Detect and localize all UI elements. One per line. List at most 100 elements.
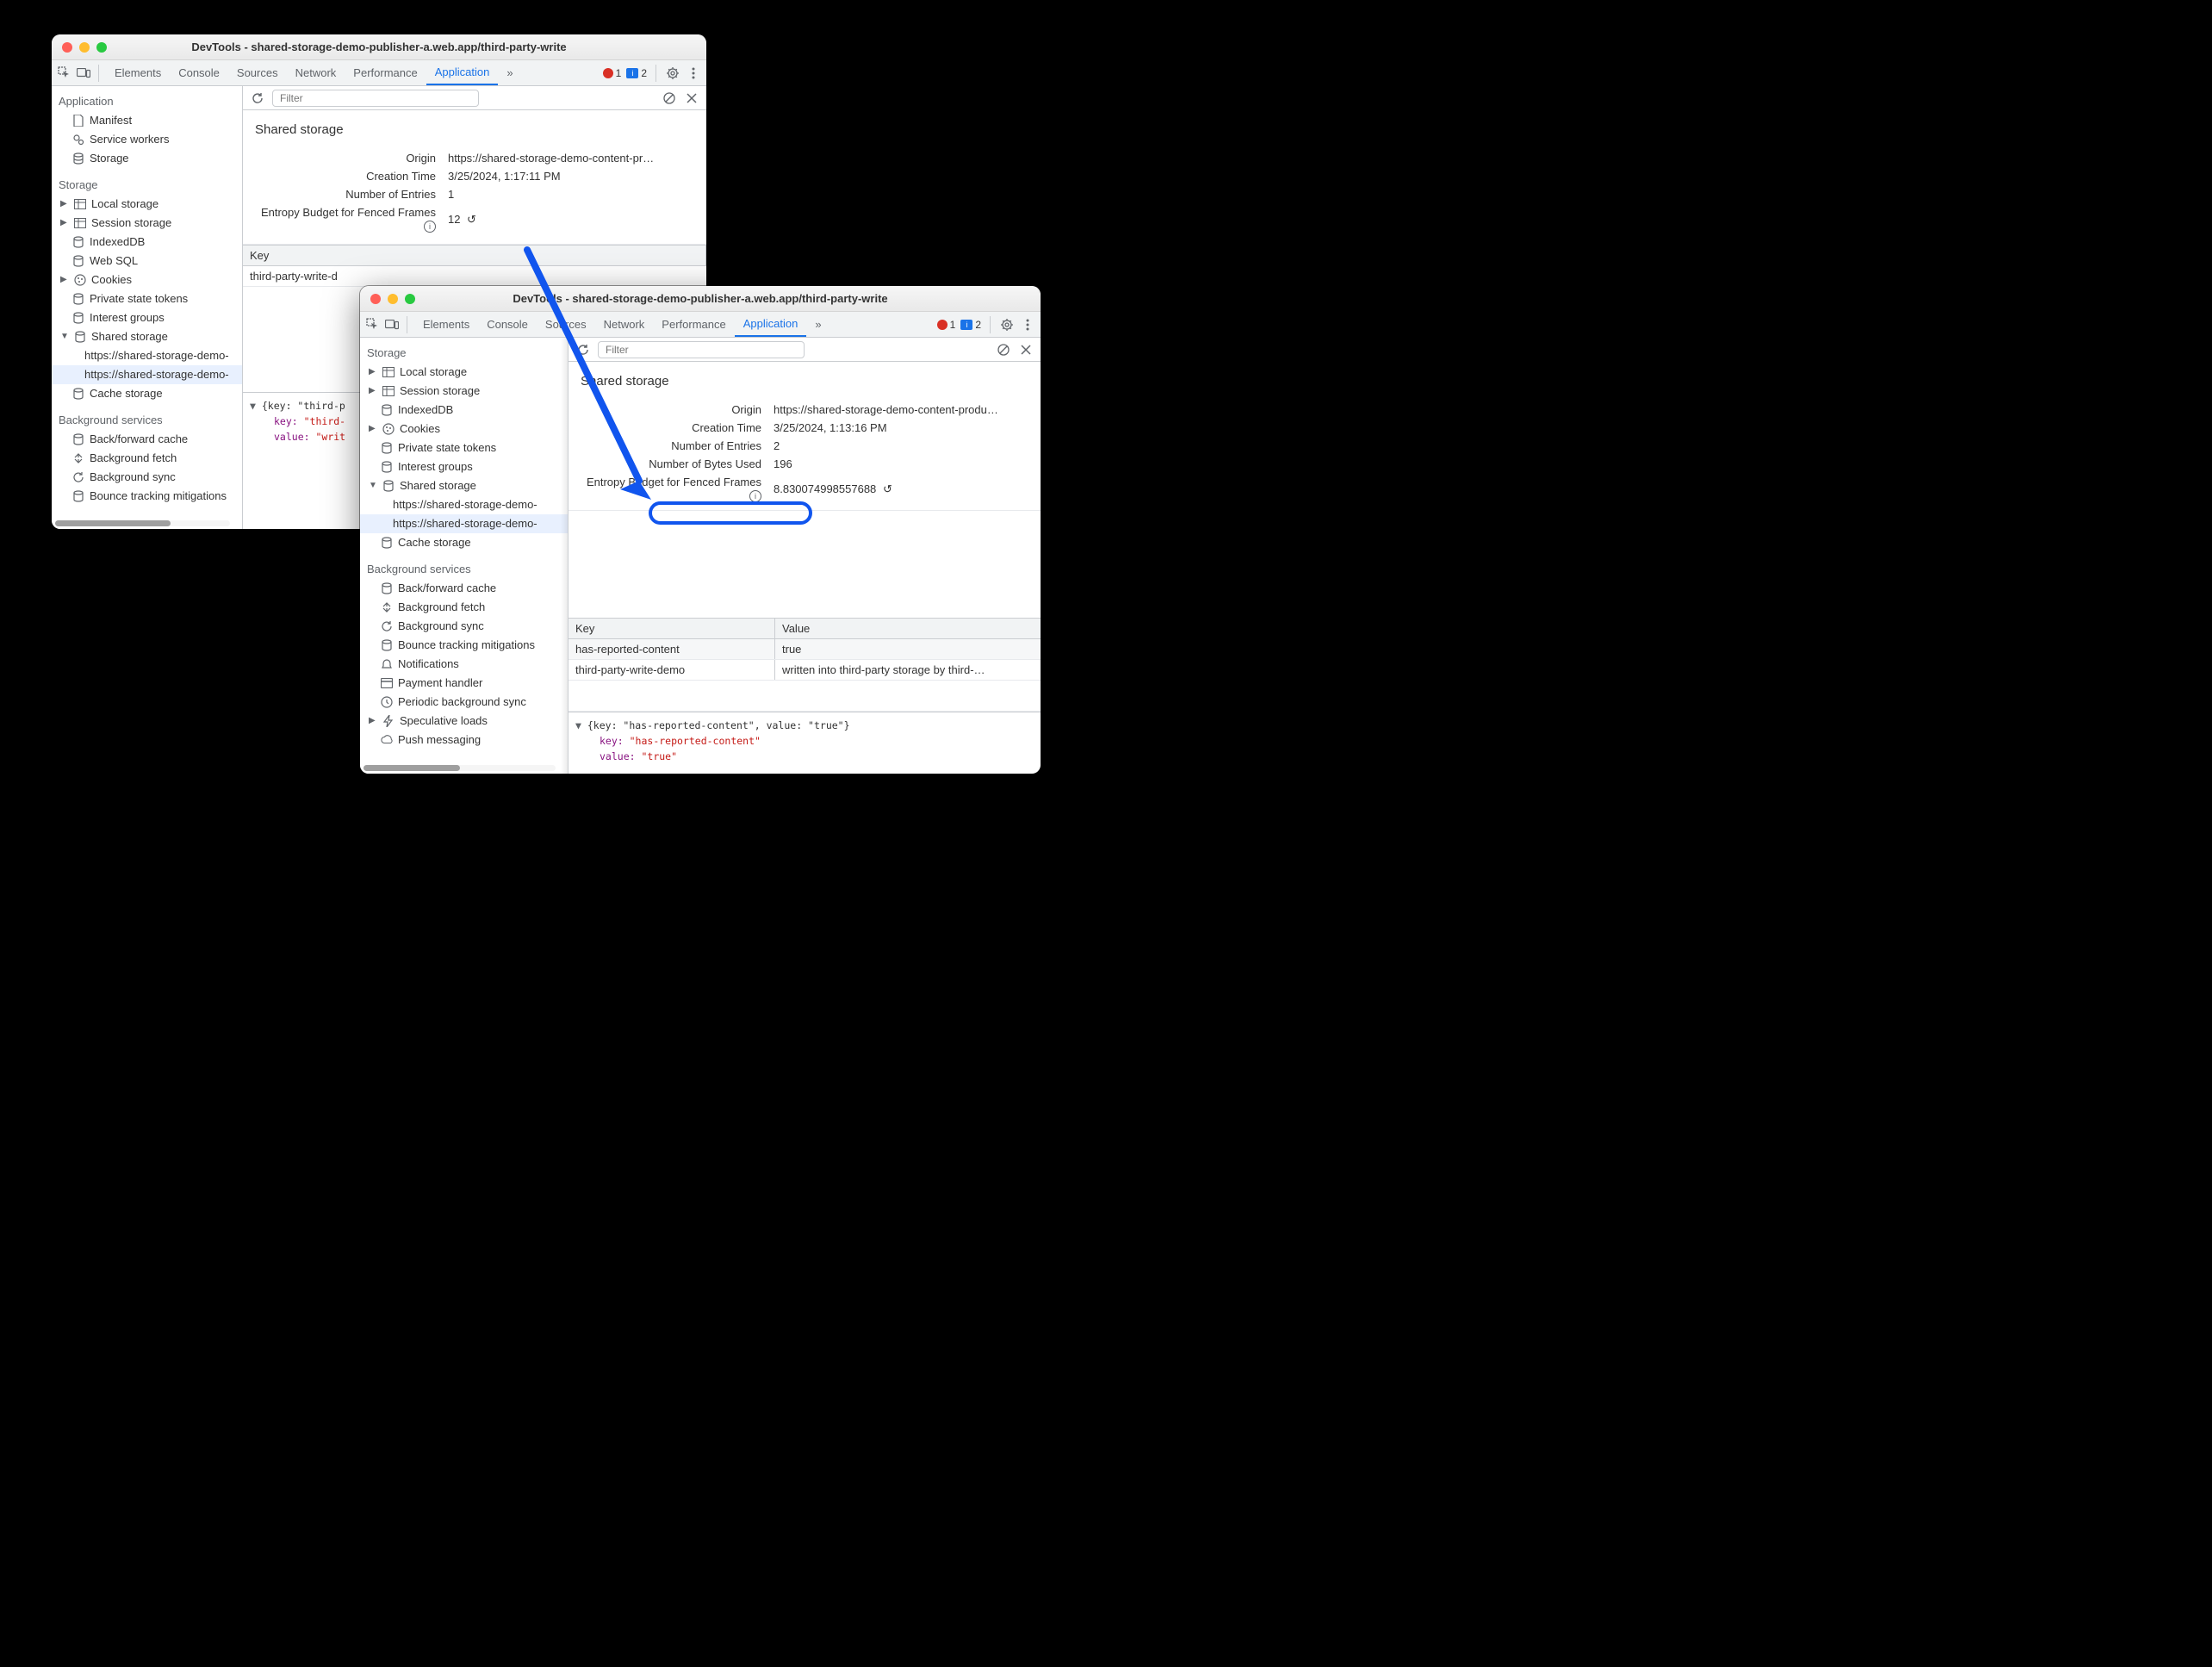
tab-sources[interactable]: Sources	[537, 312, 595, 337]
col-key[interactable]: Key	[243, 246, 706, 265]
horizontal-scrollbar[interactable]	[55, 520, 230, 526]
sidebar-item-local-storage[interactable]: ▶Local storage	[360, 363, 568, 382]
sidebar-item-service-workers[interactable]: Service workers	[52, 130, 242, 149]
tab-network[interactable]: Network	[287, 60, 345, 85]
close-icon[interactable]	[62, 42, 72, 53]
sidebar-item-local-storage[interactable]: ▶Local storage	[52, 195, 242, 214]
tab-network[interactable]: Network	[595, 312, 654, 337]
table-row[interactable]: third-party-write-demo written into thir…	[569, 660, 1041, 681]
sidebar-item-indexeddb[interactable]: IndexedDB	[360, 401, 568, 420]
sidebar-shared-origin-0[interactable]: https://shared-storage-demo-	[52, 346, 242, 365]
info-icon[interactable]: i	[424, 221, 436, 233]
maximize-icon[interactable]	[405, 294, 415, 304]
inspect-icon[interactable]	[365, 317, 381, 333]
sidebar-item-interest-groups[interactable]: Interest groups	[52, 308, 242, 327]
expand-icon[interactable]: ▼	[575, 719, 581, 731]
horizontal-scrollbar[interactable]	[363, 765, 556, 771]
sidebar-item-session-storage[interactable]: ▶Session storage	[360, 382, 568, 401]
sidebar-item-storage[interactable]: Storage	[52, 149, 242, 168]
close-icon[interactable]	[684, 90, 699, 106]
sidebar-item-private-state-tokens[interactable]: Private state tokens	[360, 439, 568, 457]
sidebar-item-bg-sync[interactable]: Background sync	[360, 617, 568, 636]
info-count[interactable]: i2	[626, 67, 647, 79]
expand-icon[interactable]: ▶	[369, 364, 377, 380]
tab-console[interactable]: Console	[170, 60, 228, 85]
expand-icon[interactable]: ▶	[60, 196, 69, 212]
sidebar-item-speculative-loads[interactable]: ▶Speculative loads	[360, 712, 568, 731]
maximize-icon[interactable]	[96, 42, 107, 53]
expand-icon[interactable]: ▶	[369, 421, 377, 437]
col-key[interactable]: Key	[569, 619, 775, 638]
sidebar-item-interest-groups[interactable]: Interest groups	[360, 457, 568, 476]
sidebar-shared-origin-0[interactable]: https://shared-storage-demo-	[360, 495, 568, 514]
clear-icon[interactable]	[662, 90, 677, 106]
settings-icon[interactable]	[999, 317, 1015, 333]
table-row[interactable]: third-party-write-d	[243, 266, 706, 287]
tab-elements[interactable]: Elements	[106, 60, 170, 85]
tab-application[interactable]: Application	[426, 60, 499, 85]
tab-sources[interactable]: Sources	[228, 60, 287, 85]
clear-icon[interactable]	[996, 342, 1011, 358]
device-icon[interactable]	[384, 317, 400, 333]
sidebar-item-bounce-tracking[interactable]: Bounce tracking mitigations	[52, 487, 242, 506]
inspect-icon[interactable]	[57, 65, 72, 81]
sidebar-item-cache-storage[interactable]: Cache storage	[360, 533, 568, 552]
minimize-icon[interactable]	[388, 294, 398, 304]
error-count[interactable]: 1	[937, 319, 956, 331]
table-row[interactable]: has-reported-content true	[569, 639, 1041, 660]
expand-icon[interactable]: ▶	[369, 383, 377, 399]
kebab-icon[interactable]	[1020, 317, 1035, 333]
sidebar-item-manifest[interactable]: Manifest	[52, 111, 242, 130]
reset-icon[interactable]: ↻	[467, 213, 476, 227]
expand-icon[interactable]: ▶	[60, 215, 69, 231]
sidebar-item-bg-fetch[interactable]: Background fetch	[52, 449, 242, 468]
tab-performance[interactable]: Performance	[653, 312, 734, 337]
info-count[interactable]: i2	[960, 319, 981, 331]
tab-elements[interactable]: Elements	[414, 312, 478, 337]
sidebar-item-cache-storage[interactable]: Cache storage	[52, 384, 242, 403]
sidebar-item-shared-storage[interactable]: ▼Shared storage	[360, 476, 568, 495]
sidebar-item-notifications[interactable]: Notifications	[360, 655, 568, 674]
kebab-icon[interactable]	[686, 65, 701, 81]
collapse-icon[interactable]: ▼	[60, 329, 69, 345]
expand-icon[interactable]: ▼	[250, 400, 256, 412]
sidebar-item-shared-storage[interactable]: ▼Shared storage	[52, 327, 242, 346]
expand-icon[interactable]: ▶	[369, 713, 377, 729]
sidebar-item-bg-sync[interactable]: Background sync	[52, 468, 242, 487]
sidebar-shared-origin-1[interactable]: https://shared-storage-demo-	[52, 365, 242, 384]
sidebar-shared-origin-1[interactable]: https://shared-storage-demo-	[360, 514, 568, 533]
sidebar-item-cookies[interactable]: ▶Cookies	[360, 420, 568, 439]
sidebar-item-bfcache[interactable]: Back/forward cache	[52, 430, 242, 449]
sidebar-item-session-storage[interactable]: ▶Session storage	[52, 214, 242, 233]
sidebar-item-websql[interactable]: Web SQL	[52, 252, 242, 271]
sidebar-item-push-messaging[interactable]: Push messaging	[360, 731, 568, 750]
tab-application[interactable]: Application	[735, 312, 807, 337]
sidebar-item-private-state-tokens[interactable]: Private state tokens	[52, 289, 242, 308]
info-icon[interactable]: i	[749, 490, 761, 502]
reset-icon[interactable]: ↻	[883, 482, 892, 496]
sidebar-item-bg-fetch[interactable]: Background fetch	[360, 598, 568, 617]
reload-icon[interactable]	[575, 342, 591, 358]
close-icon[interactable]	[1018, 342, 1034, 358]
sidebar-item-payment-handler[interactable]: Payment handler	[360, 674, 568, 693]
close-icon[interactable]	[370, 294, 381, 304]
tabs-overflow-icon[interactable]: »	[806, 312, 830, 337]
device-icon[interactable]	[76, 65, 91, 81]
minimize-icon[interactable]	[79, 42, 90, 53]
expand-icon[interactable]: ▶	[60, 272, 69, 288]
sidebar-item-bounce-tracking[interactable]: Bounce tracking mitigations	[360, 636, 568, 655]
settings-icon[interactable]	[665, 65, 680, 81]
filter-input[interactable]	[272, 90, 479, 107]
tab-console[interactable]: Console	[478, 312, 537, 337]
col-value[interactable]: Value	[775, 619, 1041, 638]
sidebar-item-periodic-sync[interactable]: Periodic background sync	[360, 693, 568, 712]
collapse-icon[interactable]: ▼	[369, 478, 377, 494]
error-count[interactable]: 1	[603, 67, 622, 79]
tabs-overflow-icon[interactable]: »	[498, 60, 521, 85]
reload-icon[interactable]	[250, 90, 265, 106]
sidebar-item-bfcache[interactable]: Back/forward cache	[360, 579, 568, 598]
sidebar-item-indexeddb[interactable]: IndexedDB	[52, 233, 242, 252]
sidebar-item-cookies[interactable]: ▶Cookies	[52, 271, 242, 289]
filter-input[interactable]	[598, 341, 805, 358]
tab-performance[interactable]: Performance	[345, 60, 426, 85]
